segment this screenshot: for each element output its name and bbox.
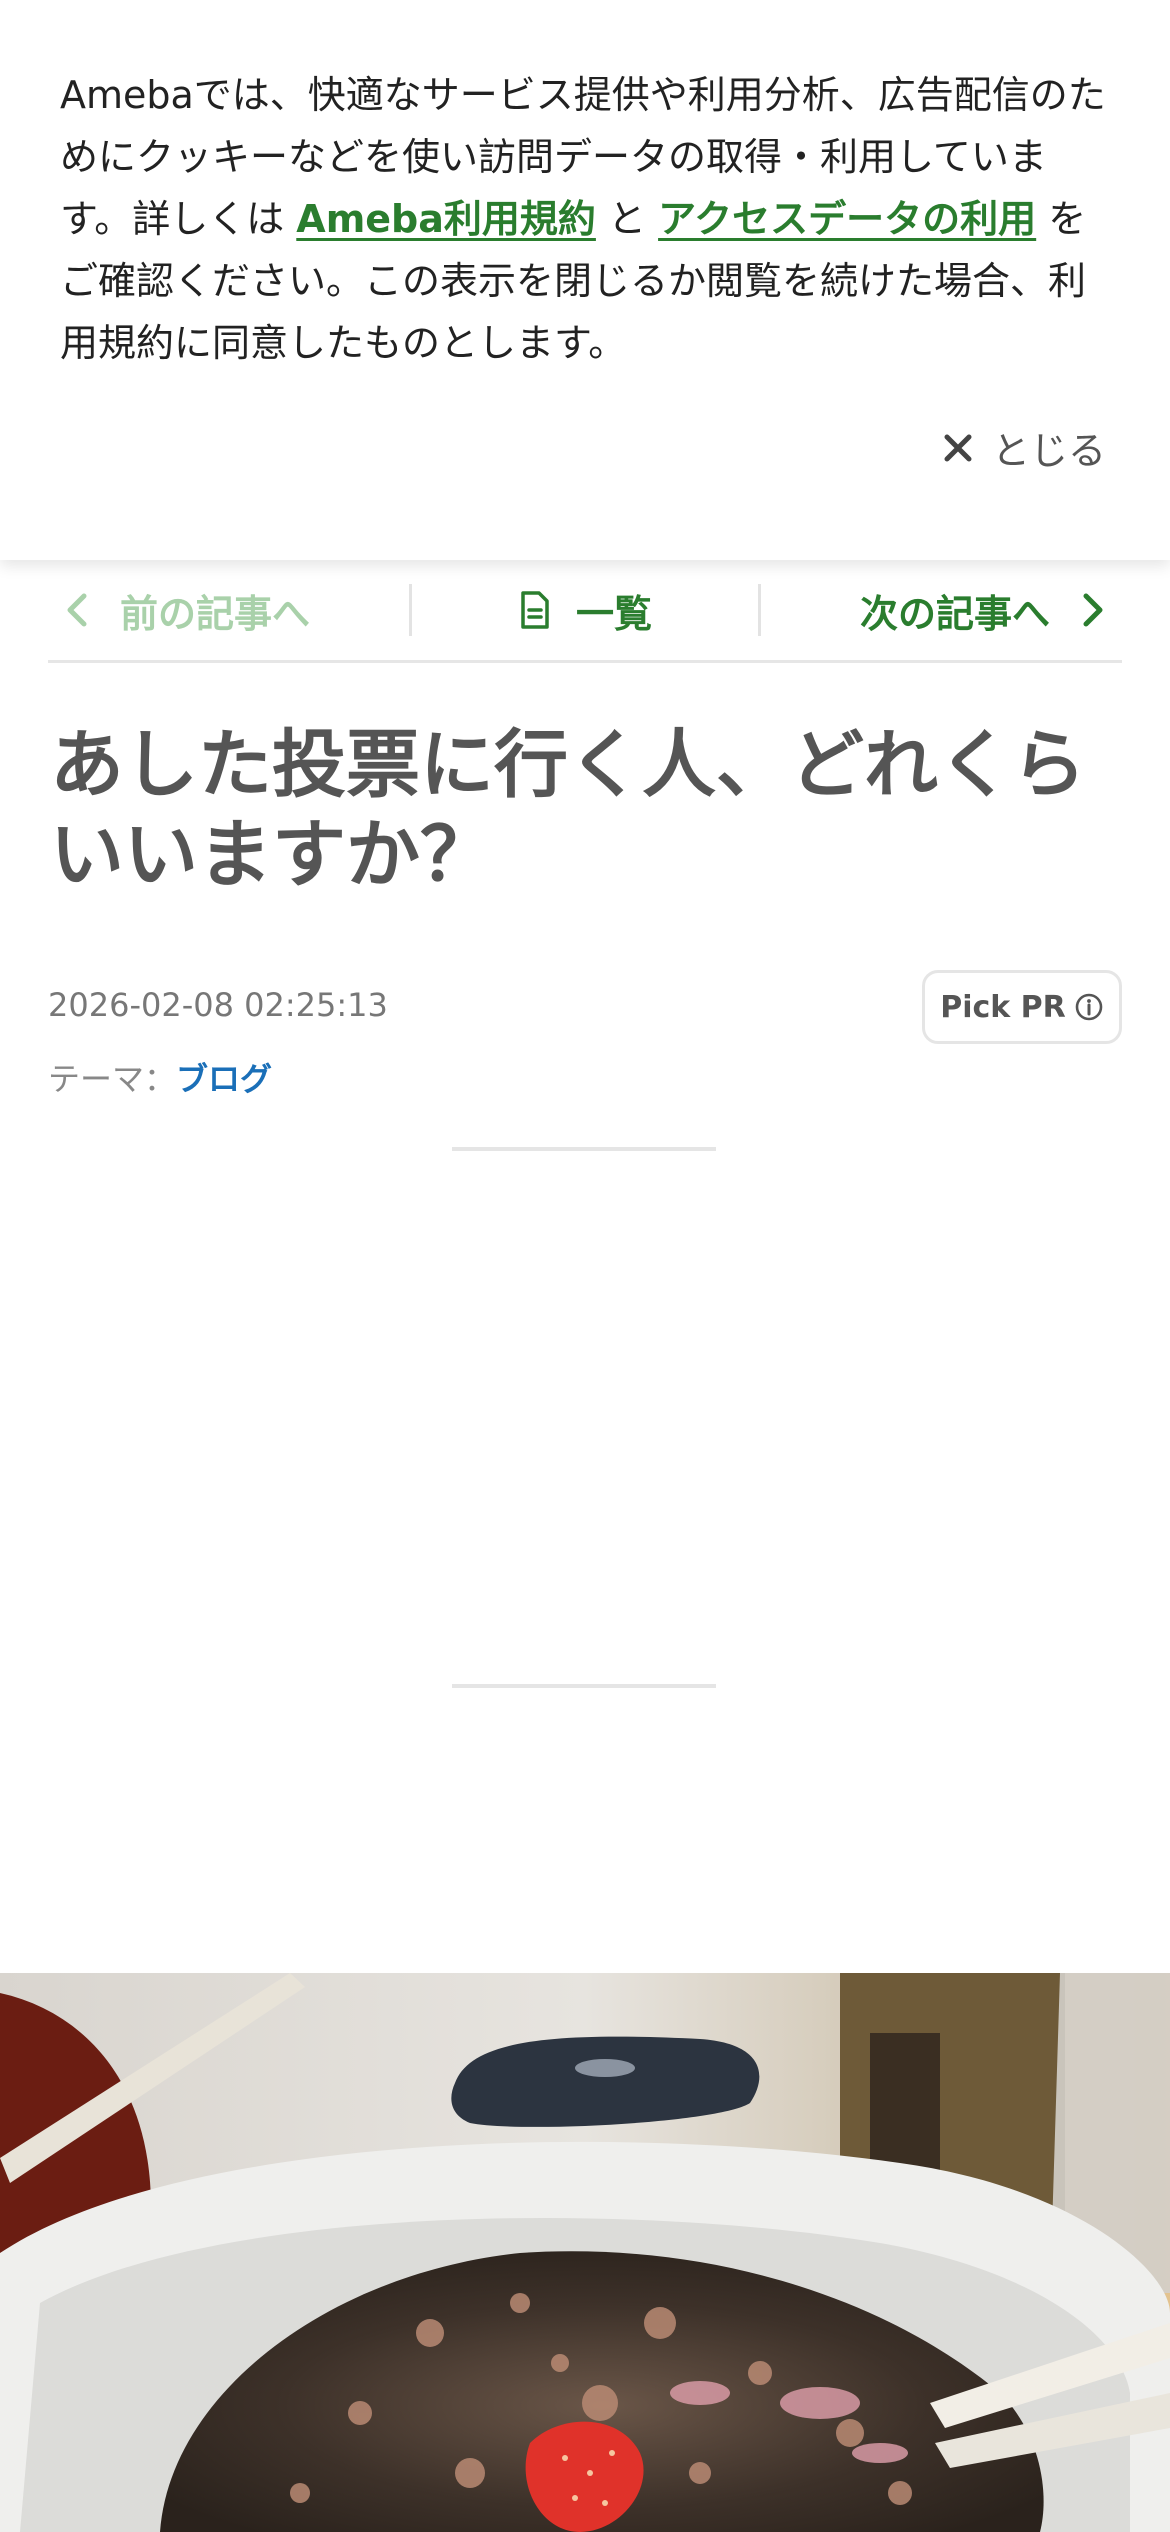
close-banner-button[interactable]: とじる <box>942 420 1106 475</box>
next-article-label: 次の記事へ <box>860 591 1051 636</box>
pick-pr-label: Pick PR <box>940 989 1066 1025</box>
cookie-text-part-2: と <box>595 197 659 241</box>
ad-area-top-divider <box>452 1147 716 1151</box>
access-data-link[interactable]: アクセスデータの利用 <box>658 197 1036 241</box>
chevron-right-icon <box>1083 593 1103 627</box>
ad-area-bottom-divider <box>452 1684 716 1688</box>
article-date: 2026-02-08 02:25:13 <box>48 986 388 1024</box>
chevron-left-icon <box>67 593 87 627</box>
article-nav: 前の記事へ 一覧 次の記事へ <box>48 560 1122 663</box>
close-icon <box>944 434 972 461</box>
article-theme: テーマ：ブログ <box>48 1054 272 1100</box>
article-photo <box>0 1973 1170 2532</box>
cookie-banner-text: Amebaでは、快適なサービス提供や利用分析、広告配信のためにクッキーなどを使い… <box>60 64 1110 374</box>
theme-link[interactable]: ブログ <box>176 1060 272 1098</box>
info-icon <box>1075 993 1103 1021</box>
article-title: あした投票に行く人、どれくらいいますか？ <box>50 722 1086 898</box>
terms-link[interactable]: Ameba利用規約 <box>296 197 596 241</box>
prev-article-label: 前の記事へ <box>120 591 311 636</box>
article-list-button[interactable]: 一覧 <box>412 584 762 636</box>
document-icon <box>521 591 549 629</box>
pick-pr-button[interactable]: Pick PR <box>922 970 1122 1044</box>
food-photo-image <box>0 1973 1170 2532</box>
prev-article-button[interactable]: 前の記事へ <box>48 584 412 636</box>
theme-label: テーマ： <box>48 1060 177 1098</box>
next-article-button[interactable]: 次の記事へ <box>761 584 1122 636</box>
article-list-label: 一覧 <box>576 591 653 636</box>
close-label: とじる <box>991 429 1106 473</box>
cookie-banner: Amebaでは、快適なサービス提供や利用分析、広告配信のためにクッキーなどを使い… <box>0 0 1170 560</box>
